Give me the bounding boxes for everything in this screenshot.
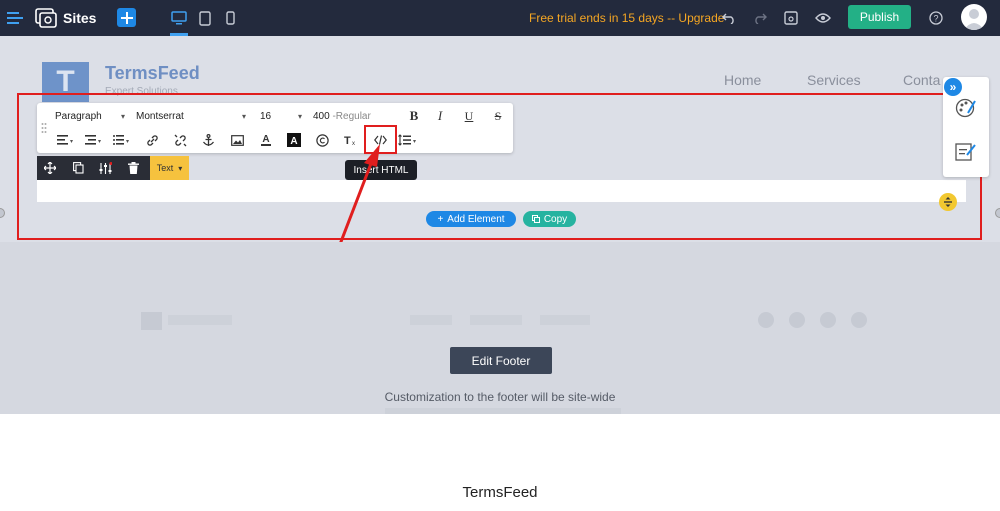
sites-icon[interactable] xyxy=(34,7,58,29)
footer-nav-services xyxy=(470,315,522,325)
footer-logo-text xyxy=(168,315,232,325)
mobile-view-icon[interactable] xyxy=(223,8,237,28)
instagram-icon xyxy=(820,312,836,328)
trial-upgrade-link[interactable]: Free trial ends in 15 days -- Upgrade xyxy=(529,9,724,27)
page-bottom: TermsFeed xyxy=(0,414,1000,511)
x-twitter-icon xyxy=(851,312,867,328)
redo-icon[interactable] xyxy=(751,9,769,27)
top-toolbar: Sites Free trial ends in 15 days -- Upgr… xyxy=(0,0,1000,36)
youtube-icon xyxy=(789,312,805,328)
editor-canvas: T TermsFeed Expert Solutions Home Servic… xyxy=(0,36,1000,414)
avatar[interactable] xyxy=(961,4,987,30)
hamburger-menu-icon[interactable] xyxy=(6,9,24,27)
edit-footer-button[interactable]: Edit Footer xyxy=(450,347,552,374)
svg-text:?: ? xyxy=(933,14,938,24)
footer-nav-contact xyxy=(540,315,590,325)
desktop-view-icon[interactable] xyxy=(170,8,188,28)
add-page-button[interactable] xyxy=(117,8,136,27)
save-icon[interactable] xyxy=(782,9,800,27)
undo-icon[interactable] xyxy=(720,9,738,27)
help-icon[interactable]: ? xyxy=(927,9,945,27)
facebook-icon xyxy=(758,312,774,328)
page-footer-text: TermsFeed xyxy=(462,484,538,501)
publish-button[interactable]: Publish xyxy=(848,5,911,29)
sites-label[interactable]: Sites xyxy=(63,9,96,27)
preview-eye-icon[interactable] xyxy=(813,9,833,27)
site-footer-area: Edit Footer Customization to the footer … xyxy=(0,242,1000,414)
footer-note: Customization to the footer will be site… xyxy=(384,390,616,404)
footer-logo-mark xyxy=(141,312,162,330)
tablet-view-icon[interactable] xyxy=(197,8,213,28)
footer-nav-home xyxy=(410,315,452,325)
